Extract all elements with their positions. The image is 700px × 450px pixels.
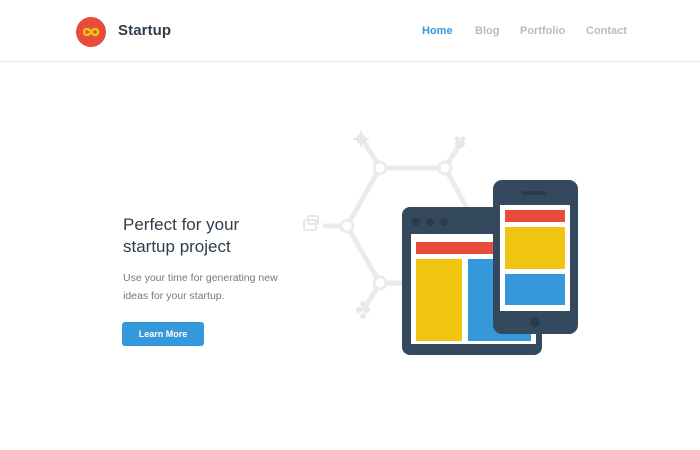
nav-item-contact[interactable]: Contact bbox=[586, 25, 627, 37]
network-node bbox=[339, 218, 355, 234]
hero-title: Perfect for your startup project bbox=[123, 214, 323, 258]
network-node bbox=[372, 275, 388, 291]
hero-title-line-2: startup project bbox=[123, 237, 231, 256]
network-node bbox=[437, 160, 453, 176]
main-nav: Home Blog Portfolio Contact bbox=[0, 25, 700, 41]
hero-description-line-2: ideas for your startup. bbox=[123, 290, 225, 302]
hero-title-line-1: Perfect for your bbox=[123, 215, 240, 234]
header: Startup Home Blog Portfolio Contact bbox=[0, 0, 700, 62]
phone-device bbox=[493, 180, 578, 334]
hero-description-line-1: Use your time for generating new bbox=[123, 272, 278, 284]
nav-item-portfolio[interactable]: Portfolio bbox=[520, 25, 565, 37]
landing-page: Startup Home Blog Portfolio Contact Perf… bbox=[0, 0, 700, 450]
nav-item-blog[interactable]: Blog bbox=[475, 25, 499, 37]
nav-item-home[interactable]: Home bbox=[422, 25, 453, 37]
devices-illustration-svg bbox=[303, 131, 578, 355]
bee-icon bbox=[454, 136, 466, 148]
screen-icon bbox=[303, 215, 319, 231]
learn-more-button[interactable]: Learn More bbox=[122, 322, 204, 346]
network-node bbox=[372, 160, 388, 176]
devices-illustration bbox=[295, 128, 595, 363]
hero-description: Use your time for generating new ideas f… bbox=[123, 269, 303, 305]
